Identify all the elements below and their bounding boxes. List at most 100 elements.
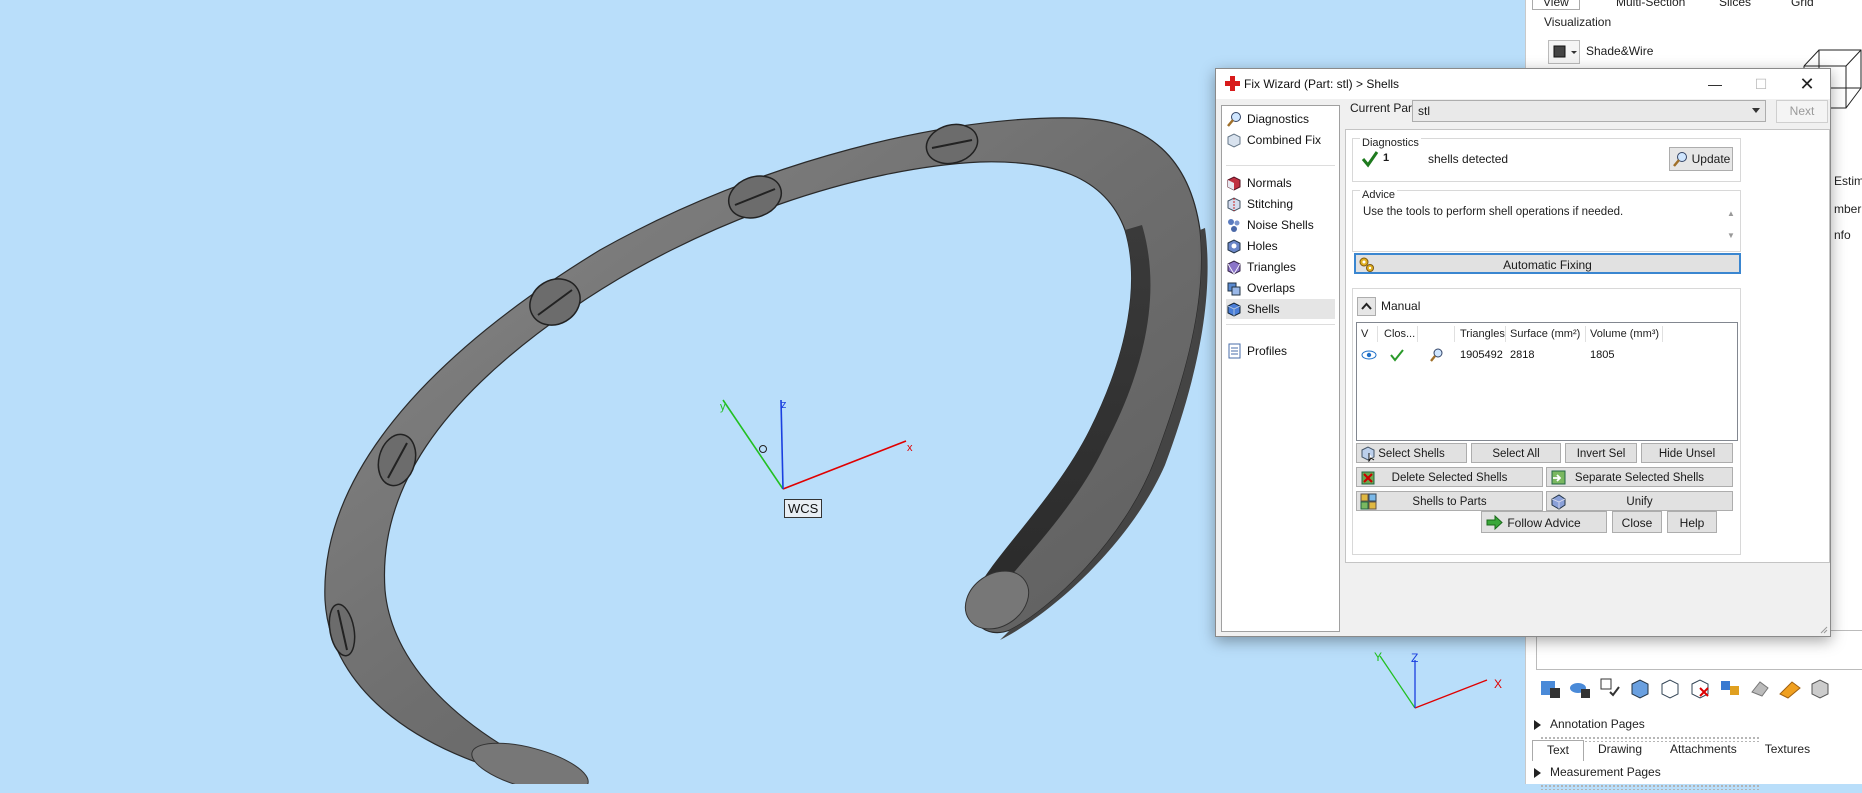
noise-shells-icon bbox=[1228, 219, 1240, 232]
next-button[interactable]: Next bbox=[1776, 100, 1828, 123]
minimize-button[interactable]: — bbox=[1692, 69, 1738, 99]
update-button-label: Update bbox=[1691, 152, 1731, 166]
fix-wizard-dialog: Fix Wizard (Part: stl) > Shells — ☐ ✕ Di… bbox=[1215, 68, 1831, 637]
view-tabs: View Multi-Section Slices Grid bbox=[1526, 0, 1862, 10]
cell-volume: 1805 bbox=[1590, 349, 1615, 361]
delete-shells-icon bbox=[1361, 471, 1375, 485]
profiles-icon bbox=[1228, 343, 1241, 359]
svg-text:y: y bbox=[720, 401, 726, 413]
shells-icon bbox=[1227, 302, 1241, 317]
help-button[interactable]: Help bbox=[1667, 511, 1717, 533]
select-all-button[interactable]: Select All bbox=[1471, 443, 1561, 463]
side-text-number: mber o bbox=[1834, 202, 1862, 216]
measurement-pages-label: Measurement Pages bbox=[1550, 765, 1661, 779]
nav-item-overlaps[interactable]: Overlaps bbox=[1226, 278, 1335, 298]
visibility-tool-icon[interactable] bbox=[1568, 676, 1592, 700]
shell-cube-icon[interactable] bbox=[1628, 676, 1652, 700]
table-row[interactable]: 1905492 2818 1805 bbox=[1357, 345, 1735, 365]
column-header-closed[interactable]: Clos... bbox=[1384, 328, 1415, 340]
collapse-button[interactable] bbox=[1357, 297, 1376, 316]
column-header-triangles[interactable]: Triangles bbox=[1460, 328, 1505, 340]
chevron-up-icon bbox=[1361, 302, 1372, 310]
diagnostics-group-title: Diagnostics bbox=[1360, 137, 1421, 149]
nav-item-normals[interactable]: Normals bbox=[1226, 173, 1335, 193]
check-icon bbox=[1390, 349, 1404, 362]
stitching-icon bbox=[1227, 197, 1241, 212]
invert-sel-button[interactable]: Invert Sel bbox=[1565, 443, 1637, 463]
manual-title: Manual bbox=[1381, 299, 1421, 313]
close-button[interactable]: Close bbox=[1612, 511, 1662, 533]
diagnostics-count: 1 bbox=[1383, 152, 1390, 164]
measurement-pages-section[interactable]: Measurement Pages bbox=[1534, 765, 1862, 793]
delete-shell-icon[interactable] bbox=[1688, 676, 1712, 700]
select-shell-tool-icon[interactable] bbox=[1538, 676, 1562, 700]
nav-label: Diagnostics bbox=[1247, 112, 1310, 126]
red-cross-icon bbox=[1225, 76, 1240, 91]
shells-to-parts-button[interactable]: Shells to Parts bbox=[1356, 491, 1543, 511]
color-shell-icon[interactable] bbox=[1718, 676, 1742, 700]
plane-icon[interactable] bbox=[1778, 676, 1802, 700]
tab-attachments[interactable]: Attachments bbox=[1656, 740, 1751, 760]
wcs-label: WCS bbox=[784, 499, 823, 518]
follow-advice-label: Follow Advice bbox=[1507, 516, 1581, 530]
mini-axes: X Y Z bbox=[1374, 650, 1502, 709]
side-text-estimate: Estima bbox=[1834, 174, 1862, 188]
unify-label: Unify bbox=[1626, 496, 1653, 508]
select-shells-label: Select Shells bbox=[1378, 448, 1445, 460]
delete-selected-shells-label: Delete Selected Shells bbox=[1391, 472, 1508, 484]
nav-label: Overlaps bbox=[1247, 281, 1296, 295]
tab-grid[interactable]: Grid bbox=[1791, 0, 1814, 9]
select-shells-button[interactable]: Select Shells bbox=[1356, 443, 1467, 463]
update-button[interactable]: Update bbox=[1669, 147, 1733, 171]
resize-grip-icon[interactable] bbox=[1818, 624, 1828, 634]
close-window-button[interactable]: ✕ bbox=[1784, 69, 1830, 99]
separate-selected-shells-button[interactable]: Separate Selected Shells bbox=[1546, 467, 1733, 487]
side-text-info: nfo bbox=[1834, 228, 1851, 242]
nav-label: Shells bbox=[1247, 302, 1280, 316]
nav-label: Triangles bbox=[1247, 260, 1296, 274]
tab-multi-section[interactable]: Multi-Section bbox=[1616, 0, 1685, 9]
overlaps-icon bbox=[1227, 282, 1241, 296]
automatic-fixing-button[interactable]: Automatic Fixing bbox=[1354, 253, 1741, 274]
shell-wire-icon[interactable] bbox=[1658, 676, 1682, 700]
tab-text[interactable]: Text bbox=[1532, 740, 1585, 761]
shells-to-parts-icon bbox=[1360, 493, 1377, 510]
shells-page: Diagnostics 1 shells detected Update Adv… bbox=[1345, 129, 1830, 563]
follow-advice-button[interactable]: Follow Advice bbox=[1481, 511, 1607, 533]
nav-item-stitching[interactable]: Stitching bbox=[1226, 194, 1335, 214]
tab-slices[interactable]: Slices bbox=[1719, 0, 1751, 9]
shade-mode-label: Shade&Wire bbox=[1586, 44, 1654, 58]
column-header-volume[interactable]: Volume (mm³) bbox=[1590, 328, 1659, 340]
select-shells-icon bbox=[1361, 446, 1375, 462]
holes-icon bbox=[1227, 239, 1241, 254]
nav-item-triangles[interactable]: Triangles bbox=[1226, 257, 1335, 277]
check-tool-icon[interactable] bbox=[1598, 676, 1622, 700]
tab-view[interactable]: View bbox=[1532, 0, 1580, 10]
unify-button[interactable]: Unify bbox=[1546, 491, 1733, 511]
nav-item-shells[interactable]: Shells bbox=[1226, 299, 1335, 319]
tab-textures[interactable]: Textures bbox=[1751, 740, 1824, 760]
box-icon[interactable] bbox=[1808, 676, 1832, 700]
eraser-icon[interactable] bbox=[1748, 676, 1772, 700]
advice-scrollbar[interactable]: ▲ ▼ bbox=[1726, 203, 1736, 247]
dialog-titlebar[interactable]: Fix Wizard (Part: stl) > Shells — ☐ ✕ bbox=[1216, 69, 1830, 99]
hide-unsel-button[interactable]: Hide Unsel bbox=[1641, 443, 1733, 463]
shade-mode-dropdown[interactable] bbox=[1548, 40, 1580, 64]
tab-drawing[interactable]: Drawing bbox=[1584, 740, 1656, 760]
svg-text:Y: Y bbox=[1374, 650, 1382, 664]
nav-item-combined-fix[interactable]: Combined Fix bbox=[1226, 130, 1335, 150]
nav-label: Profiles bbox=[1247, 344, 1288, 358]
eye-icon[interactable] bbox=[1361, 348, 1377, 362]
magnifier-icon[interactable] bbox=[1428, 347, 1444, 363]
nav-item-noise-shells[interactable]: Noise Shells bbox=[1226, 215, 1335, 235]
annotation-subtabs: Text Drawing Attachments Textures bbox=[1532, 740, 1824, 761]
column-header-surface[interactable]: Surface (mm²) bbox=[1510, 328, 1580, 340]
maximize-button[interactable]: ☐ bbox=[1738, 69, 1784, 99]
cube-shade-icon bbox=[1553, 45, 1577, 58]
column-header-visible[interactable]: V bbox=[1361, 328, 1368, 340]
delete-selected-shells-button[interactable]: Delete Selected Shells bbox=[1356, 467, 1543, 487]
nav-item-diagnostics[interactable]: Diagnostics bbox=[1226, 109, 1335, 129]
nav-item-profiles[interactable]: Profiles bbox=[1226, 341, 1335, 361]
current-part-select[interactable]: stl bbox=[1412, 100, 1766, 122]
nav-item-holes[interactable]: Holes bbox=[1226, 236, 1335, 256]
